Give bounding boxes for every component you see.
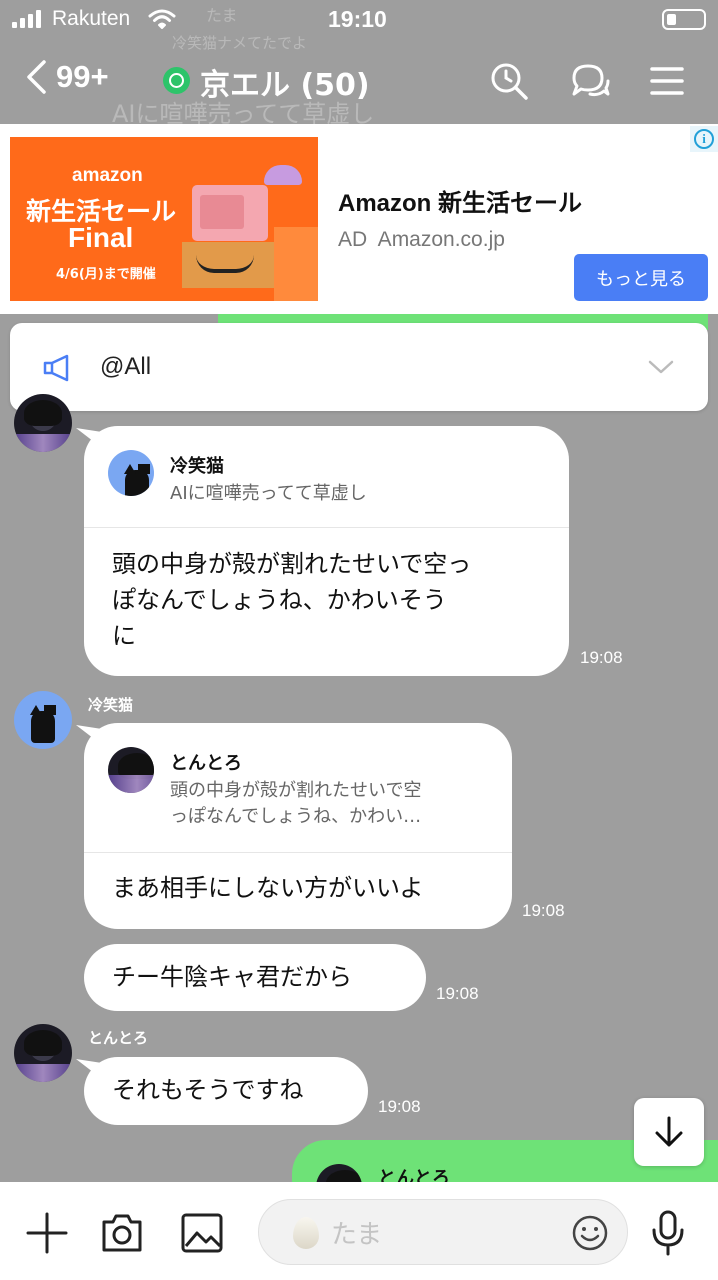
message-text: まあ相手にしない方がいいよ (112, 874, 424, 902)
announcement-bar[interactable]: @All (10, 323, 708, 411)
megaphone-icon (43, 354, 69, 382)
emoji-icon[interactable] (571, 1214, 609, 1252)
camera-icon[interactable] (100, 1212, 144, 1254)
ad-image-line2: Final (68, 222, 134, 253)
chat-bubbles-icon[interactable] (568, 60, 610, 102)
avatar[interactable] (14, 1024, 72, 1082)
avatar[interactable] (14, 394, 72, 452)
ad-source: AD Amazon.co.jp (338, 228, 505, 251)
chat-header: 99+ 京エル (50) (0, 40, 718, 124)
message-bubble[interactable]: チー牛陰キャ君だから (84, 944, 426, 1011)
chevron-down-icon[interactable] (648, 359, 674, 375)
block-graphic (274, 227, 318, 301)
menu-icon[interactable] (646, 60, 688, 102)
back-button[interactable]: 99+ (24, 58, 109, 96)
reply-text: 頭の中身が殻が割れたせいで空 っぽなんでしょうね、かわい… (170, 780, 422, 827)
image-icon[interactable] (180, 1212, 224, 1254)
message-time: 19:08 (580, 648, 623, 667)
arrow-down-icon (655, 1116, 683, 1147)
wifi-icon (148, 8, 176, 35)
ad-title[interactable]: Amazon 新生活セール (338, 183, 582, 218)
message-text: それもそうですね (112, 1076, 304, 1104)
carrier-name: Rakuten (52, 7, 131, 30)
microphone-icon[interactable] (650, 1210, 686, 1256)
ad-image-brand: amazon (72, 165, 143, 186)
amazon-smile-graphic (196, 255, 254, 273)
back-chevron-icon (27, 60, 46, 94)
bg-sender-name: たま (206, 6, 238, 25)
oven-graphic (192, 185, 268, 241)
avatar[interactable] (14, 691, 72, 749)
ad-more-button[interactable]: もっと見る (574, 254, 708, 301)
battery-icon (662, 9, 706, 30)
sender-name: とんとろ (88, 1029, 149, 1047)
reply-avatar (108, 450, 154, 496)
message-text: 頭の中身が殻が割れたせいで空っ ぽなんでしょうね、かわいそう に (112, 550, 472, 650)
scroll-to-bottom-button[interactable] (634, 1098, 704, 1166)
ad-info-icon[interactable]: i (690, 126, 718, 152)
reply-name: とんとろ (170, 753, 242, 774)
reply-avatar (108, 747, 154, 793)
lamp-graphic (264, 165, 302, 185)
egg-icon (293, 1217, 319, 1249)
message-bubble[interactable]: 冷笑猫 AIに喧嘩売ってて草虚し 頭の中身が殻が割れたせいで空っ ぽなんでしょう… (76, 426, 569, 676)
ad-image-date: 4/6(月)まで開催 (56, 267, 156, 282)
search-icon[interactable] (488, 60, 530, 102)
status-bar: Rakuten 19:10 (0, 0, 718, 40)
announcement-text: @All (100, 353, 152, 380)
message-time: 19:08 (378, 1097, 421, 1116)
message-time: 19:08 (522, 901, 565, 920)
message-input-bar: たま (0, 1182, 718, 1280)
plus-icon[interactable] (26, 1212, 68, 1254)
message-bubble[interactable]: それもそうですね (76, 1057, 368, 1125)
message-bubble[interactable]: とんとろ 頭の中身が殻が割れたせいで空 っぽなんでしょうね、かわい… まあ相手に… (76, 723, 512, 929)
unread-count: 99+ (56, 59, 109, 94)
message-input[interactable]: たま (258, 1199, 628, 1265)
sender-name: 冷笑猫 (88, 696, 134, 714)
group-icon (163, 67, 190, 94)
reply-quote[interactable]: 冷笑猫 AIに喧嘩売ってて草虚し (84, 426, 569, 528)
signal-icon (12, 10, 41, 28)
chat-title[interactable]: 京エル (50) (200, 60, 370, 104)
reply-text: AIに喧嘩売ってて草虚し (170, 483, 367, 504)
message-input-placeholder: たま (331, 1220, 383, 1250)
ad-image[interactable]: amazon 新生活セール Final 4/6(月)まで開催 (10, 137, 318, 301)
message-text: チー牛陰キャ君だから (112, 963, 352, 991)
message-time: 19:08 (436, 984, 479, 1003)
reply-name: 冷笑猫 (170, 456, 224, 477)
reply-quote[interactable]: とんとろ 頭の中身が殻が割れたせいで空 っぽなんでしょうね、かわい… (84, 723, 512, 853)
clock: 19:10 (328, 6, 387, 32)
